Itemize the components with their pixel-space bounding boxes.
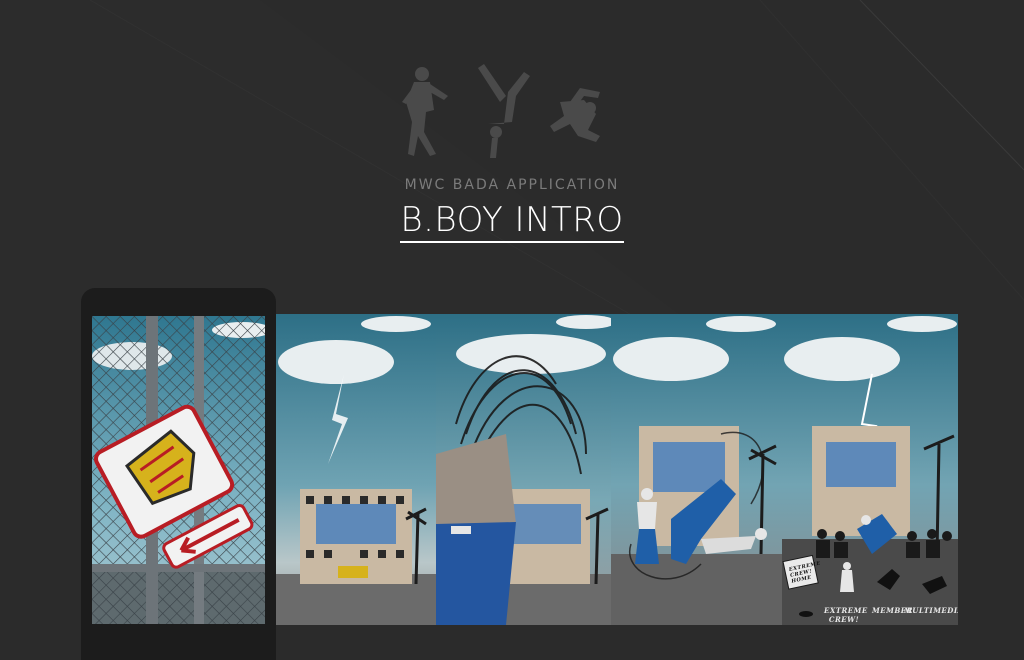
main-menu-screen: EXTREME CREW! HOME EXTREME CREW! MEMBER …	[782, 314, 958, 625]
phone-frame	[81, 288, 276, 660]
hair-flip-dancer-screen	[436, 314, 611, 625]
lightning-building-screen	[276, 314, 436, 625]
menu-item-multimedia[interactable]: MULTIMEDIA	[904, 606, 958, 615]
subtitle: MWC BADA APPLICATION	[404, 177, 620, 193]
menu-item-extreme-crew[interactable]: EXTREME CREW!	[824, 606, 867, 624]
page-title: B.BOY INTRO	[0, 200, 1024, 243]
breakdance-crew-screen	[611, 314, 782, 625]
dancer-silhouettes-icon	[402, 64, 600, 158]
graffiti-sign-screen	[92, 316, 265, 624]
header: MWC BADA APPLICATION B.BOY INTRO	[0, 0, 1024, 260]
